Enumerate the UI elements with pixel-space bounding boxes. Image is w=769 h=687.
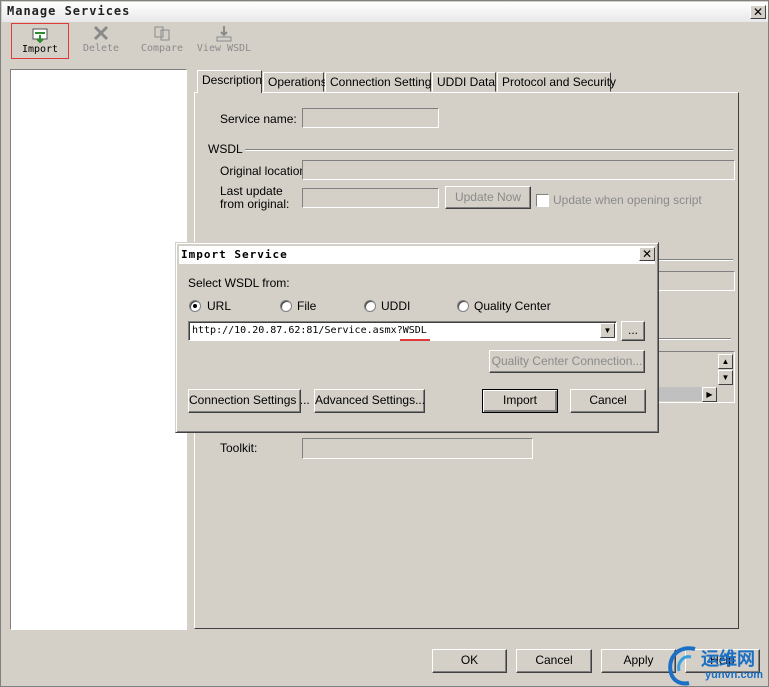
- wsdl-section-label: WSDL: [208, 142, 243, 156]
- url-highlight-underline: [400, 339, 430, 341]
- scroll-right-button[interactable]: ▶: [702, 387, 717, 402]
- service-name-field[interactable]: [302, 108, 439, 128]
- window-title-bar: Manage Services ✕: [2, 2, 768, 22]
- chevron-down-icon[interactable]: ▼: [600, 323, 615, 338]
- window-title: Manage Services: [7, 4, 131, 18]
- import-service-dialog: Import Service ✕ Select WSDL from: URL F…: [175, 242, 659, 433]
- tab-protocol-security[interactable]: Protocol and Security: [497, 72, 616, 92]
- hidden-section-divider: [657, 259, 733, 261]
- services-list[interactable]: [10, 69, 187, 630]
- quality-center-connection-button[interactable]: Quality Center Connection...: [489, 350, 645, 373]
- hidden-section-divider-2: [657, 338, 731, 340]
- radio-url[interactable]: [189, 300, 201, 312]
- view-wsdl-icon: [216, 26, 232, 42]
- toolkit-label: Toolkit:: [220, 441, 258, 455]
- compare-toolbar-label: Compare: [140, 43, 184, 54]
- radio-uddi-label: UDDI: [381, 299, 411, 313]
- select-wsdl-label: Select WSDL from:: [188, 276, 290, 290]
- ok-button[interactable]: OK: [432, 649, 507, 673]
- watermark-logo-icon: [668, 646, 696, 686]
- tab-uddi-data[interactable]: UDDI Data: [432, 72, 496, 92]
- radio-uddi[interactable]: [364, 300, 376, 312]
- tab-operations[interactable]: Operations: [263, 72, 327, 92]
- radio-quality-center-label: Quality Center: [474, 299, 551, 313]
- hidden-field[interactable]: [657, 271, 735, 291]
- import-toolbar-button[interactable]: Import: [11, 23, 69, 59]
- radio-file-label: File: [297, 299, 317, 313]
- compare-toolbar-button[interactable]: Compare: [135, 23, 189, 59]
- view-wsdl-toolbar-button[interactable]: View WSDL: [193, 23, 255, 59]
- tab-connection-settings[interactable]: Connection Settings: [325, 72, 437, 92]
- connection-settings-button[interactable]: Connection Settings ...: [188, 389, 310, 413]
- last-update-label-1: Last update: [220, 184, 283, 198]
- update-now-button[interactable]: Update Now: [445, 186, 531, 209]
- import-icon: [32, 28, 48, 44]
- tab-description[interactable]: Description: [197, 70, 262, 93]
- wsdl-url-value: http://10.20.87.62:81/Service.asmx?WSDL: [192, 325, 427, 336]
- dialog-close-button[interactable]: ✕: [639, 247, 655, 261]
- delete-toolbar-button[interactable]: Delete: [77, 23, 125, 59]
- update-when-opening-checkbox[interactable]: [536, 194, 549, 207]
- service-name-label: Service name:: [220, 112, 297, 126]
- last-update-field[interactable]: [302, 188, 439, 208]
- scroll-down-button[interactable]: ▼: [718, 370, 733, 385]
- watermark-text: 运维网: [701, 649, 755, 669]
- delete-toolbar-label: Delete: [82, 43, 120, 54]
- update-when-opening-label: Update when opening script: [553, 193, 702, 207]
- dialog-title: Import Service: [181, 248, 288, 261]
- watermark-url: yunvn.com: [705, 669, 764, 681]
- wsdl-divider: [245, 149, 733, 151]
- horizontal-scroll-thumb[interactable]: [657, 387, 703, 401]
- watermark: 运维网 yunvn.com: [665, 643, 767, 687]
- radio-file[interactable]: [280, 300, 292, 312]
- import-button[interactable]: Import: [482, 389, 558, 413]
- advanced-settings-button[interactable]: Advanced Settings...: [314, 389, 425, 413]
- view-wsdl-toolbar-label: View WSDL: [196, 43, 252, 54]
- dialog-cancel-button[interactable]: Cancel: [570, 389, 646, 413]
- window-close-button[interactable]: ✕: [750, 5, 766, 19]
- original-location-label: Original location:: [220, 164, 310, 178]
- wsdl-url-combo[interactable]: http://10.20.87.62:81/Service.asmx?WSDL …: [188, 321, 617, 341]
- last-update-label-2: from original:: [220, 197, 290, 211]
- original-location-field[interactable]: [302, 160, 735, 180]
- radio-url-label: URL: [207, 299, 232, 313]
- toolkit-field[interactable]: [302, 438, 533, 459]
- dialog-title-bar: Import Service ✕: [179, 246, 655, 264]
- browse-button[interactable]: ...: [621, 321, 645, 341]
- radio-quality-center[interactable]: [457, 300, 469, 312]
- import-toolbar-label: Import: [21, 44, 59, 55]
- cancel-button[interactable]: Cancel: [516, 649, 592, 673]
- scroll-up-button[interactable]: ▲: [718, 354, 733, 369]
- delete-icon: [93, 25, 109, 41]
- compare-icon: [154, 26, 170, 41]
